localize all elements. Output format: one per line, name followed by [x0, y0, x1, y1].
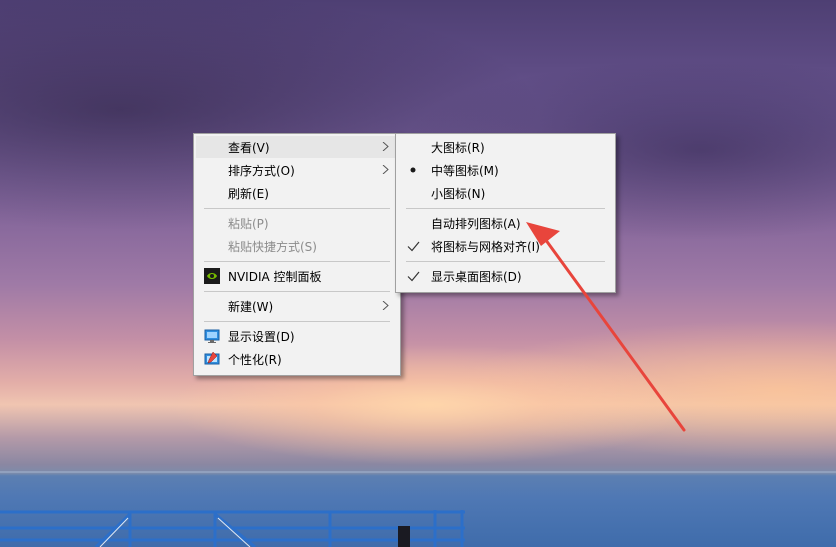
personalize-icon	[204, 351, 220, 365]
sea-horizon	[0, 471, 836, 473]
submenu-item-auto-arrange[interactable]: 自动排列图标(A)	[398, 212, 613, 234]
menu-item-sort-by[interactable]: 排序方式(O)	[196, 159, 398, 181]
checkmark-icon	[407, 241, 420, 252]
display-settings-icon	[204, 329, 220, 343]
menu-separator	[406, 261, 605, 262]
menu-item-display-settings-label: 显示设置(D)	[228, 329, 295, 344]
pier-railing	[0, 510, 465, 547]
menu-item-paste[interactable]: 粘贴(P)	[196, 212, 398, 234]
submenu-item-show-desktop-icons[interactable]: 显示桌面图标(D)	[398, 265, 613, 287]
chevron-right-icon	[382, 165, 389, 174]
menu-separator	[204, 261, 390, 262]
submenu-item-align-to-grid-label: 将图标与网格对齐(I)	[431, 239, 540, 254]
menu-item-view[interactable]: 查看(V)	[196, 136, 398, 158]
submenu-item-large-icons[interactable]: 大图标(R)	[398, 136, 613, 158]
submenu-item-align-to-grid[interactable]: 将图标与网格对齐(I)	[398, 235, 613, 257]
submenu-item-small-icons[interactable]: 小图标(N)	[398, 182, 613, 204]
bullet-icon	[410, 167, 416, 173]
checkmark-icon	[407, 271, 420, 282]
menu-separator	[204, 291, 390, 292]
menu-separator	[204, 208, 390, 209]
submenu-item-small-icons-label: 小图标(N)	[431, 186, 486, 201]
submenu-item-medium-icons[interactable]: 中等图标(M)	[398, 159, 613, 181]
menu-item-paste-label: 粘贴(P)	[228, 216, 269, 231]
menu-item-display-settings[interactable]: 显示设置(D)	[196, 325, 398, 347]
menu-item-personalize-label: 个性化(R)	[228, 352, 282, 367]
menu-item-refresh-label: 刷新(E)	[228, 186, 269, 201]
menu-item-paste-shortcut-label: 粘贴快捷方式(S)	[228, 239, 317, 254]
desktop-context-menu: 查看(V) 排序方式(O) 刷新(E) 粘贴(P) 粘贴快捷方式(S) NVID…	[193, 133, 401, 376]
menu-item-nvidia-control-panel[interactable]: NVIDIA 控制面板	[196, 265, 398, 287]
submenu-item-auto-arrange-label: 自动排列图标(A)	[431, 216, 521, 231]
menu-item-paste-shortcut[interactable]: 粘贴快捷方式(S)	[196, 235, 398, 257]
menu-item-nvidia-label: NVIDIA 控制面板	[228, 269, 322, 284]
menu-item-refresh[interactable]: 刷新(E)	[196, 182, 398, 204]
nvidia-icon	[204, 268, 220, 284]
submenu-item-medium-icons-label: 中等图标(M)	[431, 163, 499, 178]
view-submenu: 大图标(R) 中等图标(M) 小图标(N) 自动排列图标(A) 将图标与网格对齐…	[395, 133, 616, 293]
chevron-right-icon	[382, 301, 389, 310]
submenu-item-show-desktop-icons-label: 显示桌面图标(D)	[431, 269, 522, 284]
menu-separator	[406, 208, 605, 209]
menu-item-new[interactable]: 新建(W)	[196, 295, 398, 317]
submenu-item-large-icons-label: 大图标(R)	[431, 140, 485, 155]
menu-item-sort-by-label: 排序方式(O)	[228, 163, 295, 178]
chevron-right-icon	[382, 142, 389, 151]
menu-item-view-label: 查看(V)	[228, 140, 270, 155]
menu-item-personalize[interactable]: 个性化(R)	[196, 348, 398, 370]
menu-separator	[204, 321, 390, 322]
menu-item-new-label: 新建(W)	[228, 299, 274, 314]
